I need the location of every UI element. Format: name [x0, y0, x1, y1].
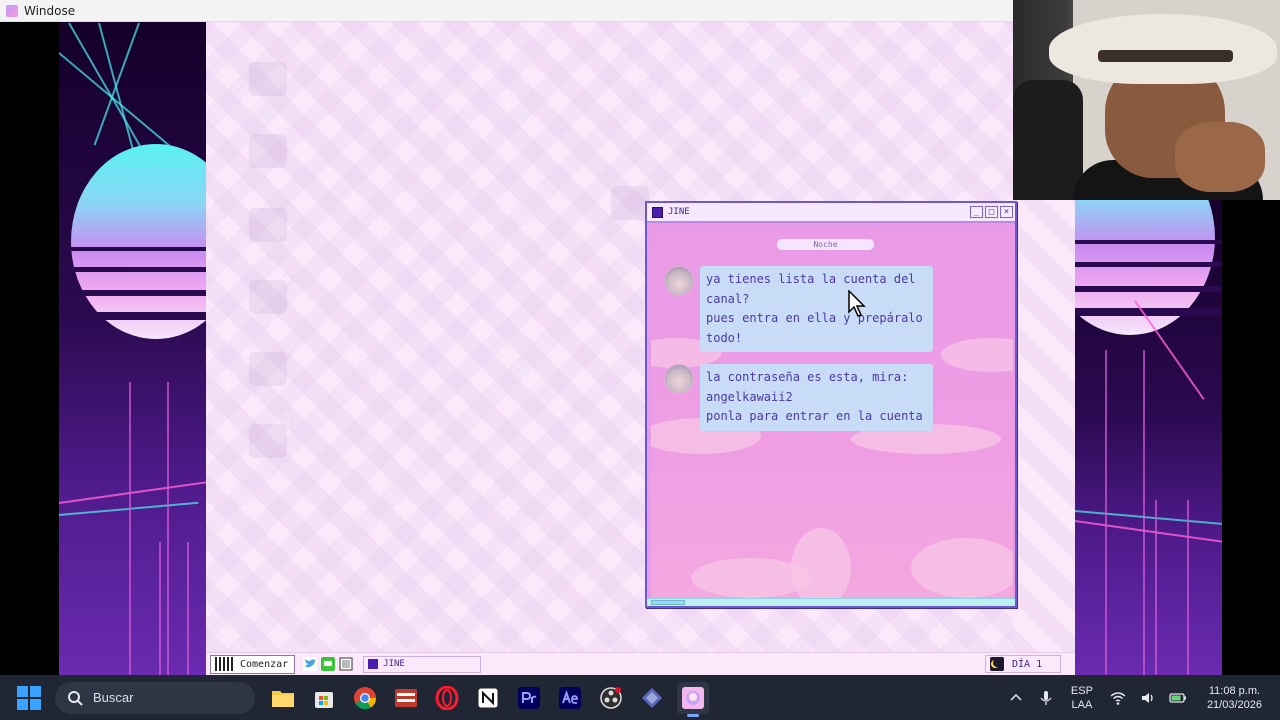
opera-icon[interactable]: [431, 682, 463, 714]
search-placeholder: Buscar: [93, 690, 134, 705]
day-tray: DÍA 1: [985, 655, 1061, 673]
premiere-pro-icon[interactable]: [513, 682, 545, 714]
host-window-title: Windose: [24, 3, 76, 18]
game-taskbar: Comenzar JINE DÍA 1: [206, 652, 1075, 675]
desktop-icon-4[interactable]: .: [233, 274, 303, 329]
day-counter: DÍA 1: [1012, 658, 1043, 670]
obs-studio-icon[interactable]: [595, 682, 627, 714]
clock-date: 21/03/2026: [1206, 698, 1262, 711]
desktop-icon-5[interactable]: .: [233, 346, 303, 401]
language-code: ESP: [1070, 684, 1093, 697]
scrollbar-thumb[interactable]: [651, 600, 685, 605]
jine-titlebar[interactable]: JINE _ □ ×: [647, 203, 1015, 223]
left-synthwave-art: [59, 22, 206, 675]
clock[interactable]: 11:08 p.m. 21/03/2026: [1207, 684, 1262, 712]
windows-start-icon[interactable]: [17, 685, 41, 710]
host-window-titlebar: Windose: [0, 0, 1013, 22]
windows-taskbar: Buscar ESP LAA 11:08 p.m. 21/03/2026: [0, 675, 1280, 720]
minimize-button[interactable]: _: [970, 206, 983, 218]
start-icon: [215, 657, 235, 671]
twitter-icon[interactable]: [303, 657, 318, 671]
microphone-icon[interactable]: [1037, 689, 1055, 707]
desktop-icon-1[interactable]: .: [233, 62, 303, 111]
start-label: Comenzar: [240, 658, 289, 670]
desktop-icon-2[interactable]: .: [233, 128, 303, 183]
moon-icon: [990, 657, 1004, 671]
file-explorer-icon[interactable]: [267, 682, 299, 714]
message-bubble: ya tienes lista la cuenta del canal? pue…: [700, 266, 933, 352]
visual-studio-icon[interactable]: [636, 682, 668, 714]
chat-message: la contraseña es esta, mira: angelkawaii…: [664, 364, 933, 431]
start-button[interactable]: Comenzar: [210, 654, 296, 674]
microsoft-store-icon[interactable]: [308, 682, 340, 714]
voicemeeter-icon[interactable]: [390, 682, 422, 714]
chat-message: ya tienes lista la cuenta del canal? pue…: [664, 266, 933, 352]
search-icon: [68, 690, 83, 706]
webcam-overlay: [1013, 0, 1280, 200]
close-button[interactable]: ×: [1000, 206, 1013, 218]
chrome-icon[interactable]: [349, 682, 381, 714]
taskbar-item-label: JINE: [383, 659, 405, 669]
ame-avatar: [664, 266, 694, 296]
message-bubble: la contraseña es esta, mira: angelkawaii…: [700, 364, 933, 431]
jine-title: JINE: [668, 207, 690, 217]
ame-avatar: [664, 364, 694, 394]
maximize-button[interactable]: □: [985, 206, 998, 218]
wifi-icon[interactable]: [1109, 689, 1127, 707]
chevron-up-icon[interactable]: [1007, 689, 1025, 707]
language-indicator[interactable]: ESP LAA: [1071, 684, 1093, 712]
jine-app-icon: [652, 206, 663, 218]
jine-task-icon: [368, 659, 379, 669]
clock-time: 11:08 p.m.: [1208, 684, 1261, 697]
windose-desktop-edge: [1013, 200, 1075, 652]
right-synthwave-art: [1075, 200, 1222, 675]
notion-icon[interactable]: [472, 682, 504, 714]
desktop-icon-6[interactable]: .: [233, 418, 303, 473]
jine-quick-icon[interactable]: [321, 657, 336, 671]
taskbar-item-jine[interactable]: JINE: [363, 655, 482, 673]
keyboard-layout: LAA: [1071, 698, 1093, 711]
jine-scrollbar[interactable]: [647, 598, 1015, 606]
search-box[interactable]: Buscar: [55, 681, 255, 714]
jine-chat-window: JINE _ □ × Noche ya tienes lista la cuen…: [645, 201, 1017, 608]
after-effects-icon[interactable]: [554, 682, 586, 714]
battery-charging-icon[interactable]: [1169, 689, 1187, 707]
speaker-icon[interactable]: [1139, 689, 1157, 707]
mouse-cursor-icon: [848, 290, 866, 317]
jine-chat-area[interactable]: Noche ya tienes lista la cuenta del cana…: [651, 228, 1013, 600]
streamer-hat: [1049, 14, 1277, 84]
windose-app-icon: [6, 4, 18, 17]
windose-game-icon[interactable]: [677, 681, 709, 717]
window-switch-icon[interactable]: [339, 657, 353, 671]
time-of-day-label: Noche: [777, 239, 874, 250]
sunset-sun: [71, 144, 206, 339]
desktop-icon-3[interactable]: .: [233, 202, 303, 257]
